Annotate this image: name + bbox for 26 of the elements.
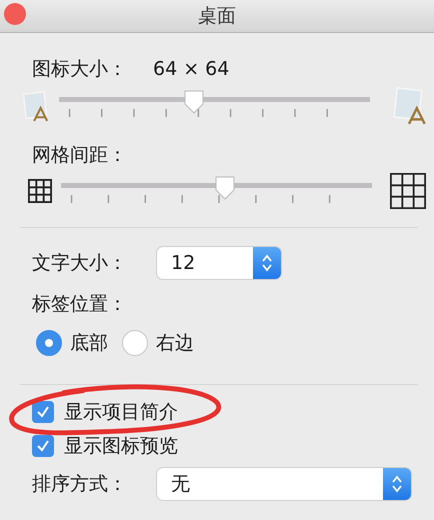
document-icon <box>392 87 426 125</box>
icon-size-value: 64 × 64 <box>153 58 230 80</box>
radio-button[interactable] <box>36 330 62 356</box>
radio-label[interactable]: 右边 <box>156 330 194 356</box>
grid-icon <box>390 173 426 209</box>
checkbox-label[interactable]: 显示图标预览 <box>64 433 178 459</box>
label-position-label: 标签位置： <box>32 292 127 317</box>
radio-button[interactable] <box>122 330 148 356</box>
slider-thumb[interactable] <box>214 175 236 201</box>
checkbox-label[interactable]: 显示项目简介 <box>64 399 178 425</box>
sort-by-label: 排序方式： <box>32 472 127 497</box>
text-size-label: 文字大小： <box>32 251 127 276</box>
chevron-icon <box>391 474 403 494</box>
grid-icon <box>28 179 52 203</box>
slider-thumb[interactable] <box>183 89 206 115</box>
document-icon <box>22 91 50 123</box>
text-size-dropdown[interactable]: 12 <box>157 247 281 279</box>
chevron-icon <box>261 253 273 273</box>
sort-by-dropdown[interactable]: 无 <box>157 468 411 500</box>
checkbox[interactable] <box>32 435 54 457</box>
close-button[interactable] <box>4 3 26 25</box>
radio-label[interactable]: 底部 <box>70 330 108 356</box>
icon-size-label: 图标大小： <box>32 57 127 82</box>
grid-spacing-label: 网格间距： <box>32 143 127 168</box>
window-title: 桌面 <box>198 4 236 29</box>
checkbox[interactable] <box>32 401 54 423</box>
